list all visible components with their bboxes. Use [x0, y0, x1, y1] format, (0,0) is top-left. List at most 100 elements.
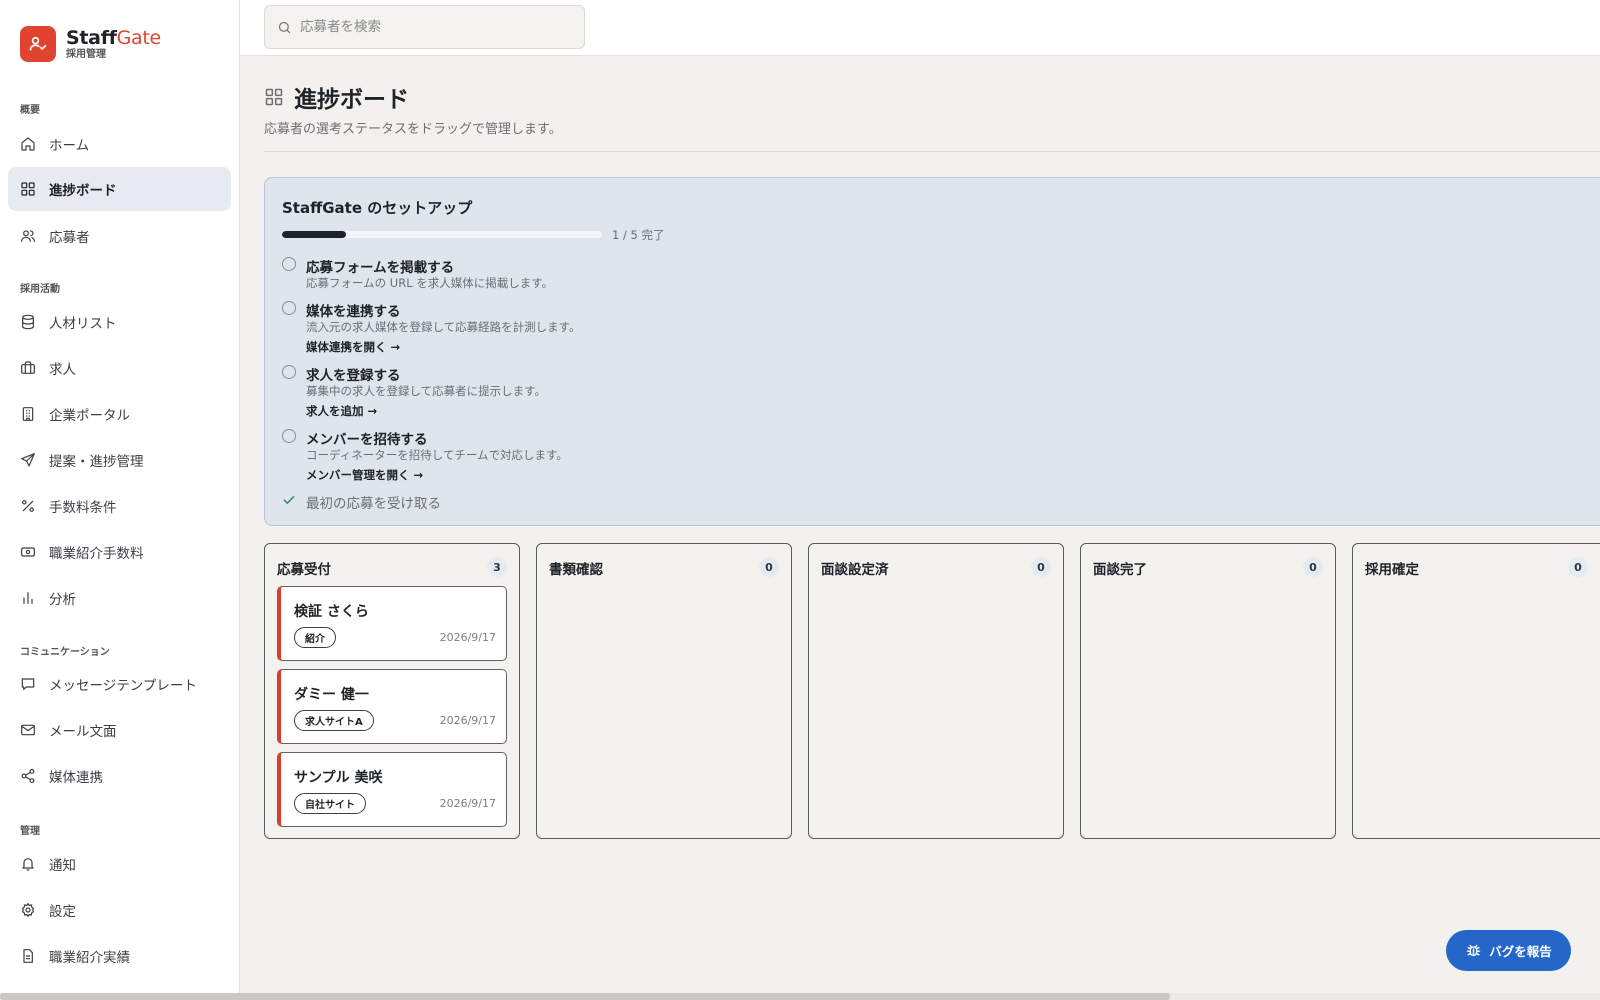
- step-title: 求人を登録する: [306, 368, 401, 384]
- sidebar-item-label: 分析: [49, 592, 76, 608]
- step-title: 最初の応募を受け取る: [306, 496, 441, 512]
- step-link[interactable]: 媒体連携を開く →: [306, 339, 400, 355]
- report-bug-label: バグを報告: [1489, 944, 1552, 959]
- step-description: コーディネーターを招待してチームで対応します。: [306, 448, 568, 462]
- column-count-badge: 0: [1303, 557, 1323, 577]
- board-column[interactable]: 応募受付 3 検証 さくら 紹介 2026/9/17 ダミー 健一 求人サイトA…: [264, 543, 520, 839]
- sidebar-item-progress-board[interactable]: 進捗ボード: [8, 167, 231, 211]
- board-column[interactable]: 書類確認 0: [536, 543, 792, 839]
- nav-section-recruiting: 採用活動: [20, 284, 60, 295]
- database-icon: [22, 314, 34, 330]
- sidebar-item-label: ホーム: [49, 138, 90, 154]
- horizontal-scrollbar[interactable]: [0, 993, 1600, 1000]
- step-description: 流入元の求人媒体を登録して応募経路を計測します。: [306, 320, 581, 334]
- sidebar-item-label: 手数料条件: [49, 500, 117, 516]
- header-divider: [264, 151, 1600, 152]
- column-title: 面談設定済: [821, 562, 889, 578]
- sidebar-item-label: メッセージテンプレート: [49, 678, 197, 694]
- sidebar-item-label: 職業紹介実績: [49, 950, 130, 966]
- gear-icon: [21, 902, 35, 918]
- applied-date: 2026/9/17: [439, 714, 496, 727]
- search-input[interactable]: [300, 19, 570, 35]
- sidebar-item-mail-text[interactable]: メール文面: [8, 708, 231, 752]
- sidebar-item-placement-fees[interactable]: 職業紹介手数料: [8, 530, 231, 574]
- step-checkbox[interactable]: [282, 365, 296, 379]
- applied-date: 2026/9/17: [439, 631, 496, 644]
- bar-chart-icon: [23, 592, 33, 604]
- board-column[interactable]: 採用確定 0: [1352, 543, 1600, 839]
- sidebar-item-label: 職業紹介手数料: [49, 546, 144, 562]
- sidebar-item-applicants[interactable]: 応募者: [8, 214, 231, 258]
- sidebar: StaffGate 採用管理 概要 ホーム 進捗ボード 応募者 採用活動 人材リ…: [0, 0, 240, 1000]
- setup-title: StaffGate のセットアップ: [282, 199, 473, 217]
- sidebar-item-label: 進捗ボード: [49, 183, 117, 199]
- setup-progress-bar: [282, 231, 602, 238]
- board-column[interactable]: 面談完了 0: [1080, 543, 1336, 839]
- applied-date: 2026/9/17: [439, 797, 496, 810]
- sidebar-item-proposals[interactable]: 提案・進捗管理: [8, 438, 231, 482]
- setup-progress-fill: [282, 231, 346, 238]
- sidebar-item-settings[interactable]: 設定: [8, 888, 231, 932]
- step-checkbox[interactable]: [282, 429, 296, 443]
- column-title: 応募受付: [277, 562, 331, 578]
- step-checkbox[interactable]: [282, 257, 296, 271]
- step-link[interactable]: メンバー管理を開く →: [306, 467, 423, 483]
- sidebar-item-label: 応募者: [49, 230, 90, 246]
- page-header: 進捗ボード: [264, 80, 409, 114]
- sidebar-item-fee-terms[interactable]: 手数料条件: [8, 484, 231, 528]
- sidebar-item-label: 求人: [49, 362, 76, 378]
- page-title: 進捗ボード: [294, 87, 409, 113]
- sidebar-item-message-templates[interactable]: メッセージテンプレート: [8, 662, 231, 706]
- nav-section-communication: コミュニケーション: [20, 647, 110, 658]
- column-count-badge: 0: [1568, 557, 1588, 577]
- scrollbar-thumb[interactable]: [0, 993, 1170, 1000]
- column-title: 採用確定: [1365, 562, 1419, 578]
- send-icon: [21, 453, 35, 467]
- search-icon: [278, 21, 291, 33]
- brand-name: StaffGate: [66, 27, 161, 49]
- report-bug-button[interactable]: バグを報告: [1446, 930, 1571, 971]
- applicant-name: サンプル 美咲: [294, 770, 383, 786]
- grid-icon: [265, 88, 283, 106]
- applicant-card[interactable]: ダミー 健一 求人サイトA 2026/9/17: [277, 669, 507, 744]
- column-title: 面談完了: [1093, 562, 1147, 578]
- bug-icon: [1467, 944, 1481, 957]
- sidebar-item-jobs[interactable]: 求人: [8, 346, 231, 390]
- sidebar-item-talent-list[interactable]: 人材リスト: [8, 300, 231, 344]
- step-checkbox[interactable]: [282, 301, 296, 315]
- message-icon: [21, 678, 35, 690]
- sidebar-item-home[interactable]: ホーム: [8, 122, 231, 166]
- building-icon: [22, 407, 34, 421]
- sidebar-item-label: 通知: [49, 858, 76, 874]
- step-description: 応募フォームの URL を求人媒体に掲載します。: [306, 276, 554, 290]
- users-icon: [21, 230, 35, 242]
- sidebar-item-analytics[interactable]: 分析: [8, 576, 231, 620]
- sidebar-item-notifications[interactable]: 通知: [8, 842, 231, 886]
- setup-checklist: StaffGate のセットアップ 1 / 5 完了 応募フォームを掲載する 応…: [264, 177, 1600, 526]
- applicant-card[interactable]: 検証 さくら 紹介 2026/9/17: [277, 586, 507, 661]
- nav-section-admin: 管理: [20, 826, 40, 837]
- board-column[interactable]: 面談設定済 0: [808, 543, 1064, 839]
- source-tag: 紹介: [294, 627, 336, 648]
- column-count-badge: 0: [1031, 557, 1051, 577]
- setup-progress-text: 1 / 5 完了: [612, 228, 665, 242]
- check-icon: [283, 496, 295, 504]
- sidebar-item-label: 媒体連携: [49, 770, 103, 786]
- applicant-card[interactable]: サンプル 美咲 自社サイト 2026/9/17: [277, 752, 507, 827]
- document-icon: [23, 949, 33, 963]
- nav-section-overview: 概要: [20, 105, 40, 116]
- percent-icon: [22, 500, 34, 512]
- sidebar-item-media-integration[interactable]: 媒体連携: [8, 754, 231, 798]
- column-count-badge: 3: [487, 557, 507, 577]
- search-box[interactable]: [264, 5, 585, 49]
- brand[interactable]: StaffGate 採用管理: [20, 26, 161, 62]
- source-tag: 自社サイト: [294, 793, 366, 814]
- bell-icon: [22, 858, 34, 871]
- brand-logo-icon: [20, 26, 56, 62]
- sidebar-item-company-portal[interactable]: 企業ポータル: [8, 392, 231, 436]
- sidebar-item-label: メール文面: [49, 724, 117, 740]
- sidebar-item-label: 企業ポータル: [49, 408, 130, 424]
- applicant-name: ダミー 健一: [294, 687, 369, 703]
- sidebar-item-placement-records[interactable]: 職業紹介実績: [8, 934, 231, 978]
- step-link[interactable]: 求人を追加 →: [306, 403, 377, 419]
